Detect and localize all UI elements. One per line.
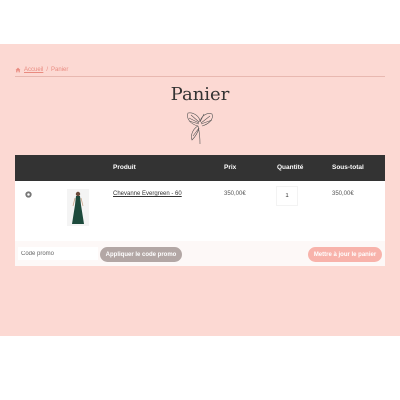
cart-table: Produit Prix Quantité Sous-total Chevann…	[15, 155, 385, 266]
product-name-link[interactable]: Chevanne Evergreen - 60	[113, 191, 182, 197]
product-thumbnail[interactable]	[67, 189, 89, 226]
page-title: Panier	[170, 84, 230, 105]
ginkgo-leaf-icon	[187, 112, 213, 145]
cart-actions: Appliquer le code promo Mettre à jour le…	[15, 241, 385, 266]
remove-item-icon[interactable]	[25, 191, 32, 198]
update-cart-button[interactable]: Mettre à jour le panier	[308, 247, 382, 262]
column-header-price: Prix	[224, 164, 237, 171]
cart-table-header: Produit Prix Quantité Sous-total	[15, 155, 385, 181]
home-icon	[15, 67, 21, 73]
quantity-input[interactable]	[277, 187, 297, 205]
product-subtotal: 350,00€	[332, 191, 354, 197]
product-price: 350,00€	[224, 191, 246, 197]
apply-coupon-button[interactable]: Appliquer le code promo	[100, 247, 182, 262]
column-header-quantity: Quantité	[277, 164, 304, 171]
breadcrumb-current: Panier	[51, 67, 69, 73]
column-header-product: Produit	[113, 164, 136, 171]
table-row: Chevanne Evergreen - 60 350,00€ 350,00€	[15, 181, 385, 241]
breadcrumb: Accueil / Panier	[15, 67, 385, 77]
breadcrumb-separator: /	[46, 67, 49, 73]
breadcrumb-home-link[interactable]: Accueil	[24, 67, 43, 73]
column-header-subtotal: Sous-total	[332, 164, 364, 171]
coupon-code-input[interactable]	[18, 247, 98, 260]
